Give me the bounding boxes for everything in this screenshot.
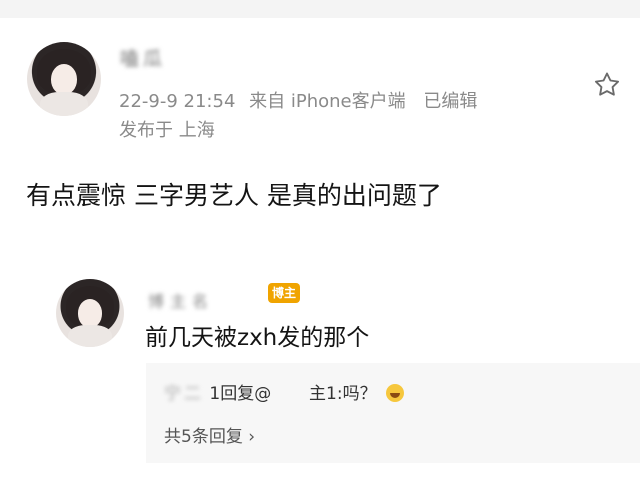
post-source: 来自 iPhone客户端 — [249, 91, 406, 112]
weibo-post: 嗑瓜 22-9-9 21:54 来自 iPhone客户端 已编辑 发布于 上海 … — [0, 18, 640, 268]
sub-reply-text: 主1:吗？ — [309, 384, 377, 404]
post-username[interactable]: 嗑瓜 — [120, 48, 240, 70]
sub-reply-item[interactable]: 宁二 1回复@ 主1:吗？ — [164, 379, 404, 404]
top-bar — [0, 0, 640, 18]
laughing-emoji-icon — [386, 384, 404, 402]
comment-reply: 博主名 博主 前几天被zxh发的那个 宁二 1回复@ 主1:吗？ 共5条回复 › — [0, 268, 640, 487]
post-time: 22-9-9 21:54 — [119, 91, 236, 112]
more-replies-link[interactable]: 共5条回复 › — [164, 422, 255, 447]
avatar[interactable] — [27, 42, 101, 116]
post-content: 有点震惊 三字男艺人 是真的出问题了 — [26, 181, 442, 210]
avatar[interactable] — [56, 279, 124, 347]
edited-label[interactable]: 已编辑 — [423, 91, 477, 112]
sub-replies-box[interactable]: 宁二 1回复@ 主1:吗？ 共5条回复 › — [146, 363, 640, 463]
star-icon[interactable] — [592, 70, 622, 100]
blogger-badge: 博主 — [268, 283, 301, 303]
sub-reply-mid: 1回复@ — [209, 384, 272, 404]
post-meta: 22-9-9 21:54 来自 iPhone客户端 已编辑 — [119, 87, 477, 113]
reply-username[interactable]: 博主名 — [148, 288, 258, 311]
reply-content: 前几天被zxh发的那个 — [145, 325, 370, 351]
sub-reply-user: 宁二 — [164, 384, 204, 404]
post-location: 发布于 上海 — [119, 120, 215, 141]
